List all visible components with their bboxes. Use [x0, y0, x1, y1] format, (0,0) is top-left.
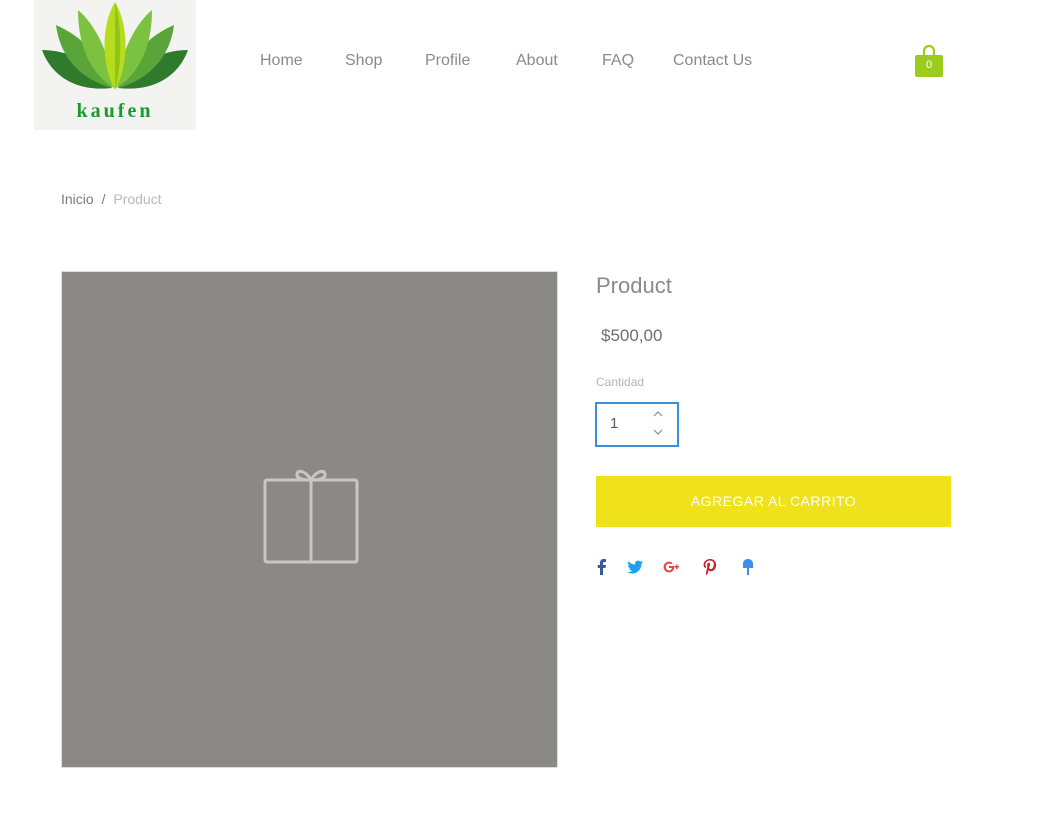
breadcrumb-current: Product [113, 191, 162, 207]
twitter-icon[interactable] [625, 557, 645, 577]
breadcrumb-home[interactable]: Inicio [61, 191, 94, 207]
logo[interactable]: kaufen [34, 0, 196, 130]
product-title: Product [596, 273, 672, 298]
nav-about[interactable]: About [516, 52, 558, 70]
nav-shop[interactable]: Shop [345, 52, 382, 70]
pinterest-icon[interactable] [700, 557, 720, 577]
google-plus-icon[interactable] [662, 557, 682, 577]
gift-icon [263, 469, 359, 564]
quantity-label: Cantidad [596, 375, 645, 389]
breadcrumb-separator: / [101, 191, 106, 207]
product-price: $500,00 [601, 326, 663, 345]
leaf-logo-icon [42, 2, 188, 90]
chevron-down-icon[interactable] [653, 428, 663, 436]
breadcrumb: Inicio / Product [61, 191, 162, 207]
facebook-icon[interactable] [592, 557, 612, 577]
product-image[interactable] [61, 271, 558, 768]
nav-faq[interactable]: FAQ [602, 52, 634, 70]
cart-count: 0 [925, 59, 933, 71]
logo-text: kaufen [76, 100, 154, 122]
cart-button[interactable]: 0 [914, 43, 944, 79]
add-to-cart-button[interactable]: AGREGAR AL CARRITO [596, 476, 951, 527]
nav-home[interactable]: Home [260, 52, 303, 70]
quantity-stepper[interactable]: 1 [595, 402, 679, 447]
quantity-input[interactable]: 1 [610, 415, 618, 432]
fancy-icon[interactable] [738, 557, 758, 577]
nav-contact-us[interactable]: Contact Us [673, 52, 752, 70]
chevron-up-icon[interactable] [653, 410, 663, 418]
nav-profile[interactable]: Profile [425, 52, 470, 70]
